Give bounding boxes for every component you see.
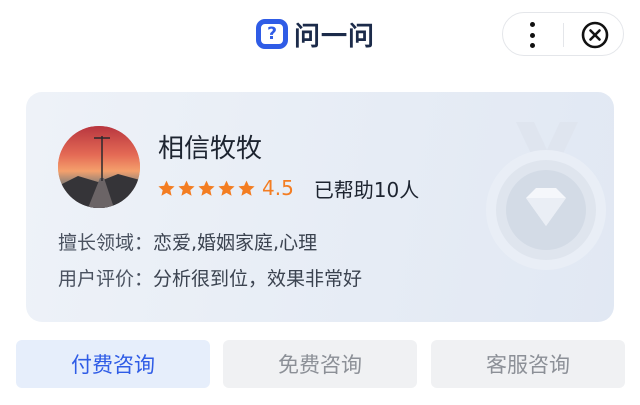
diamond-medal-icon	[486, 122, 606, 270]
star-icon	[198, 180, 215, 196]
app-logo: ? 问一问	[256, 18, 376, 52]
star-icon	[238, 180, 255, 196]
capsule-divider	[563, 23, 564, 47]
avatar	[58, 126, 140, 208]
dot	[529, 22, 535, 27]
helped-count: 已帮助10人	[313, 177, 420, 202]
customer-service-button[interactable]: 客服咨询	[431, 340, 625, 388]
star-icon	[178, 180, 195, 196]
free-consult-button[interactable]: 免费咨询	[223, 340, 417, 388]
logo-text: 问一问	[294, 21, 376, 52]
star-icon	[158, 180, 175, 196]
dot	[529, 32, 535, 38]
review-label: 用户评价：	[58, 268, 154, 290]
expertise-value: 恋爱,婚姻家庭,心理	[153, 232, 318, 254]
consultant-card[interactable]: 相信牧牧 4.5 已帮助10人 擅长领域：恋爱,婚姻家庭,心理 用户评价：分析很…	[26, 92, 614, 322]
star-icon	[218, 180, 235, 196]
rating-row: 4.5 已帮助10人	[157, 176, 420, 202]
logo-question-icon: ?	[256, 19, 288, 49]
expertise-label: 擅长领域：	[58, 232, 154, 254]
more-dots-icon[interactable]	[525, 22, 539, 48]
close-circle-icon[interactable]	[581, 21, 609, 49]
dot	[529, 43, 535, 48]
review-row: 用户评价：分析很到位，效果非常好	[58, 264, 362, 291]
rating-score: 4.5	[262, 176, 294, 200]
star-rating	[157, 179, 257, 198]
mini-program-capsule	[502, 12, 624, 56]
paid-consult-button[interactable]: 付费咨询	[16, 340, 210, 388]
avatar-sunset-image	[58, 126, 140, 208]
review-value: 分析很到位，效果非常好	[153, 268, 363, 290]
expertise-row: 擅长领域：恋爱,婚姻家庭,心理	[58, 228, 317, 255]
consultant-name: 相信牧牧	[158, 134, 263, 164]
question-page: ? 问一问 相信牧牧 4.5 已帮助10人 擅长领域：恋爱,婚姻家庭,心理 用户…	[0, 0, 640, 405]
